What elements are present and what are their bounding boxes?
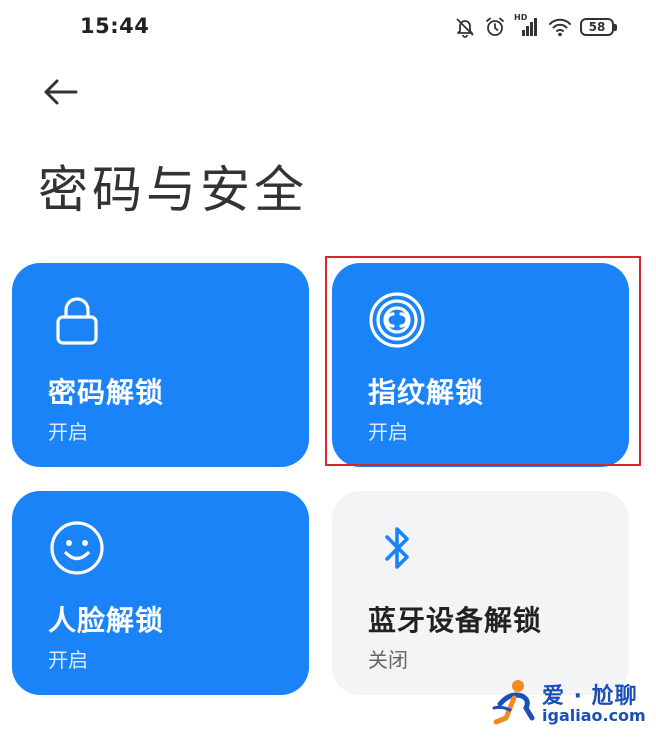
- bluetooth-icon: [368, 519, 426, 577]
- battery-icon: 58: [580, 18, 617, 36]
- status-icons: HD 58: [454, 13, 617, 41]
- wifi-icon: [548, 16, 572, 38]
- status-time: 15:44: [80, 14, 150, 38]
- card-status: 开启: [48, 420, 88, 444]
- watermark-url: igaliao.com: [542, 706, 646, 725]
- fingerprint-unlock-card[interactable]: 指纹解锁 开启: [332, 263, 629, 467]
- card-status: 开启: [368, 420, 408, 444]
- watermark: 爱 · 尬聊 igaliao.com: [492, 676, 652, 732]
- card-status: 开启: [48, 648, 88, 672]
- back-arrow-icon: [40, 77, 80, 111]
- card-title: 蓝牙设备解锁: [368, 604, 543, 637]
- battery-level: 58: [588, 20, 606, 34]
- card-title: 人脸解锁: [48, 604, 165, 637]
- fingerprint-icon: [368, 291, 426, 349]
- page-title: 密码与安全: [38, 161, 308, 219]
- status-bar: 15:44 HD 58: [0, 0, 656, 54]
- smiley-face-icon: [48, 519, 106, 577]
- signal-icon: HD: [514, 13, 540, 38]
- bluetooth-unlock-card[interactable]: 蓝牙设备解锁 关闭: [332, 491, 629, 695]
- back-button[interactable]: [36, 72, 84, 116]
- card-title: 指纹解锁: [368, 376, 485, 409]
- mute-icon: [454, 16, 476, 38]
- card-title: 密码解锁: [48, 376, 165, 409]
- lock-icon: [48, 291, 106, 349]
- card-status: 关闭: [368, 648, 408, 672]
- watermark-logo-icon: [492, 678, 540, 728]
- face-unlock-card[interactable]: 人脸解锁 开启: [12, 491, 309, 695]
- password-unlock-card[interactable]: 密码解锁 开启: [12, 263, 309, 467]
- alarm-icon: [484, 16, 506, 38]
